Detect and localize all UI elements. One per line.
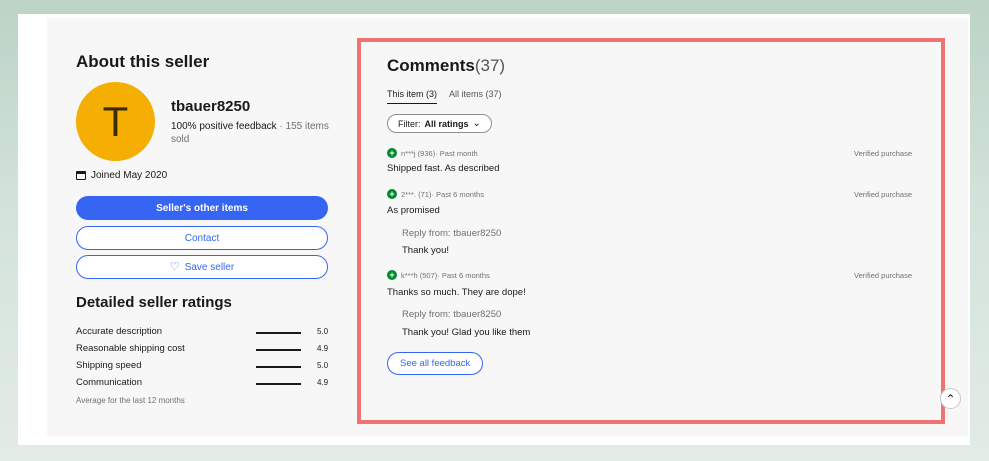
comment-text: Shipped fast. As described <box>387 163 500 174</box>
detailed-ratings-heading: Detailed seller ratings <box>76 294 232 311</box>
comment-text: Thanks so much. They are dope! <box>387 287 526 298</box>
rating-value: 4.9 <box>317 378 329 387</box>
rating-row: Communication 4.9 <box>76 377 332 391</box>
rating-label: Communication <box>76 377 142 388</box>
reply-from: Reply from: tbauer8250 <box>402 228 502 239</box>
reply-text: Thank you! Glad you like them <box>402 327 531 338</box>
tab-this-item[interactable]: This item (3) <box>387 89 438 104</box>
sellers-other-items-button[interactable]: Seller's other items <box>76 196 328 220</box>
rating-row: Accurate description 5.0 <box>76 326 332 340</box>
joined-text: Joined May 2020 <box>91 170 168 181</box>
positive-feedback-text: 100% positive feedback <box>171 121 277 132</box>
chevron-up-icon: ⌃ <box>945 391 956 406</box>
commenter: 2***. (71) <box>401 189 432 199</box>
rating-value: 5.0 <box>317 327 329 336</box>
filter-prefix: Filter: <box>398 118 421 129</box>
calendar-icon <box>76 171 86 180</box>
positive-feedback-icon: + <box>387 148 397 158</box>
commenter: n***j (936) <box>401 148 436 158</box>
seller-stats: 100% positive feedback · 155 items sold <box>171 120 336 146</box>
save-seller-label: Save seller <box>184 261 235 273</box>
rating-label: Shipping speed <box>76 360 142 371</box>
rating-label: Reasonable shipping cost <box>76 343 185 354</box>
avatar: T <box>76 82 155 161</box>
comments-tabs: This item (3) All items (37) <box>387 89 502 104</box>
comments-count: (37) <box>474 56 506 75</box>
commenter: k***h (507) <box>401 270 438 280</box>
rating-bar <box>256 349 301 351</box>
chevron-down-icon: ⌄ <box>472 118 481 129</box>
see-all-feedback-button[interactable]: See all feedback <box>387 352 484 375</box>
reply-from: Reply from: tbauer8250 <box>402 309 502 320</box>
rating-label: Accurate description <box>76 326 163 337</box>
joined-date: Joined May 2020 <box>76 170 167 181</box>
comment-time: · Past 6 months <box>431 189 484 199</box>
comment-meta: + 2***. (71) · Past 6 months Verified pu… <box>387 189 912 199</box>
rating-bar <box>256 366 301 368</box>
ratings-footnote: Average for the last 12 months <box>76 396 185 405</box>
positive-feedback-icon: + <box>387 189 397 199</box>
comments-section: Comments(37) This item (3) All items (37… <box>357 38 945 424</box>
tab-all-items[interactable]: All items (37) <box>449 89 502 104</box>
reply-text: Thank you! <box>402 245 449 256</box>
comment-meta: + n***j (936) · Past month Verified purc… <box>387 148 912 158</box>
about-seller-heading: About this seller <box>76 52 210 71</box>
scroll-to-top-button[interactable]: ⌃ <box>940 388 961 409</box>
save-seller-button[interactable]: ♡ Save seller <box>76 255 328 279</box>
comments-title-text: Comments <box>387 56 475 75</box>
positive-feedback-icon: + <box>387 270 397 280</box>
comment-meta: + k***h (507) · Past 6 months Verified p… <box>387 270 912 280</box>
comment-time: · Past 6 months <box>437 270 490 280</box>
rating-bar <box>256 332 301 334</box>
comment-text: As promised <box>387 205 440 216</box>
ratings-filter-dropdown[interactable]: Filter: All ratings ⌄ <box>387 114 492 133</box>
verified-purchase-badge: Verified purchase <box>854 189 912 199</box>
rating-row: Shipping speed 5.0 <box>76 360 332 374</box>
verified-purchase-badge: Verified purchase <box>854 148 912 158</box>
verified-purchase-badge: Verified purchase <box>854 270 912 280</box>
rating-value: 4.9 <box>317 344 329 353</box>
heart-icon: ♡ <box>169 260 180 273</box>
comment-time: · Past month <box>435 148 478 158</box>
contact-button[interactable]: Contact <box>76 226 328 250</box>
rating-bar <box>256 383 301 385</box>
rating-row: Reasonable shipping cost 4.9 <box>76 343 332 357</box>
comments-title: Comments(37) <box>387 56 505 76</box>
filter-value: All ratings <box>424 118 469 129</box>
seller-username[interactable]: tbauer8250 <box>171 98 250 115</box>
rating-value: 5.0 <box>317 361 329 370</box>
